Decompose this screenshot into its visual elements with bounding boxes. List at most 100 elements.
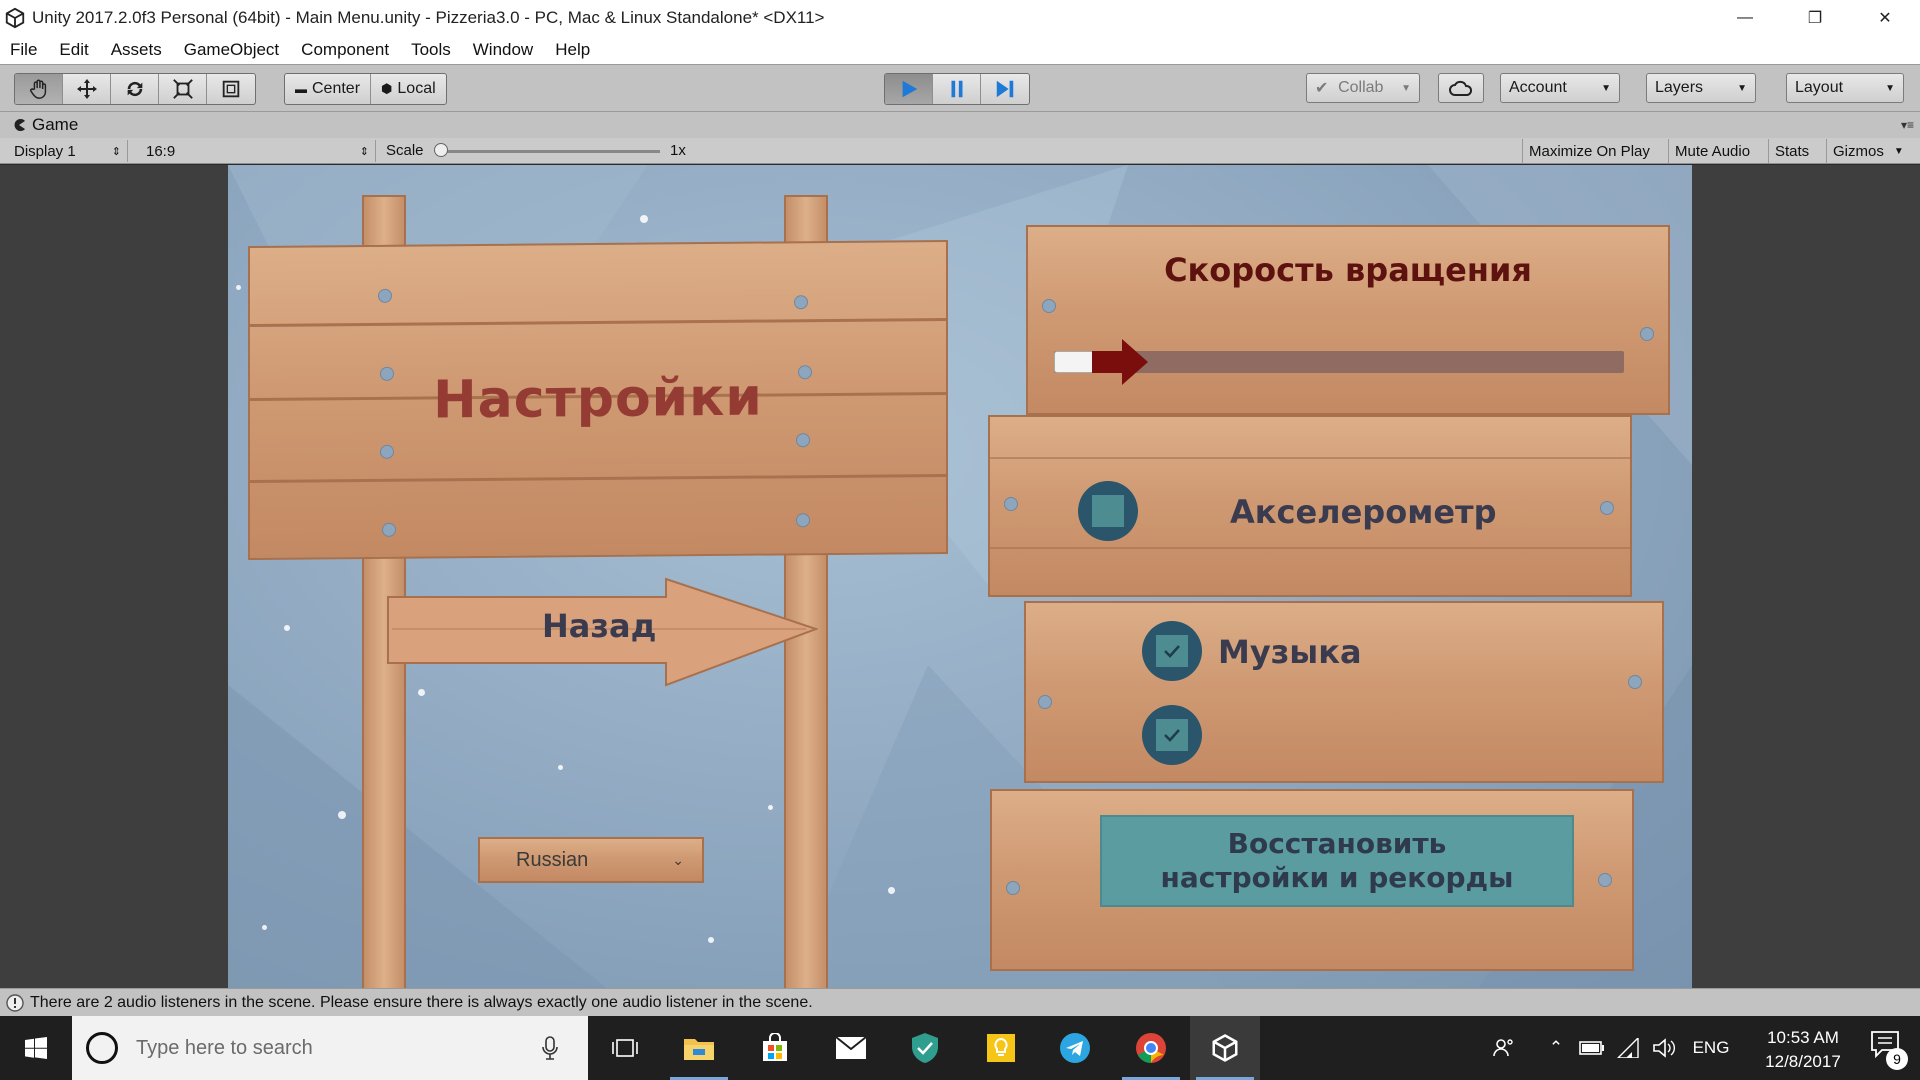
file-explorer-taskbar[interactable] (664, 1016, 734, 1080)
stats-label: Stats (1775, 142, 1810, 160)
settings-title: Настройки (433, 367, 763, 431)
step-button[interactable] (981, 74, 1029, 104)
menu-component[interactable]: Component (301, 40, 389, 60)
unity-taskbar[interactable] (1190, 1016, 1260, 1080)
collab-dropdown[interactable]: ✔ Collab ▼ (1306, 73, 1420, 103)
aspect-select[interactable]: 16:9 ⇕ (140, 140, 376, 162)
rect-tool-button[interactable] (207, 74, 255, 104)
taskbar-search[interactable]: Type here to search (72, 1016, 588, 1080)
pivot-center-button[interactable]: ▬ Center (285, 74, 372, 104)
battery-icon (1579, 1041, 1604, 1055)
start-button[interactable] (0, 1016, 72, 1080)
chevron-up-icon: ⌃ (1548, 1038, 1564, 1057)
menu-file[interactable]: File (10, 40, 37, 60)
pivot-local-button[interactable]: ⬢ Local (371, 74, 446, 104)
cloud-button[interactable] (1438, 73, 1484, 103)
wifi-indicator[interactable] (1610, 1016, 1646, 1080)
nail (1004, 497, 1018, 511)
reset-button-text: Восстановить настройки и рекорды (1161, 827, 1514, 895)
menu-help[interactable]: Help (555, 40, 590, 60)
console-message: There are 2 audio listeners in the scene… (30, 993, 813, 1011)
console-status-bar[interactable]: There are 2 audio listeners in the scene… (0, 988, 1920, 1016)
menu-bar: File Edit Assets GameObject Component To… (0, 36, 1920, 64)
battery-indicator[interactable] (1574, 1016, 1610, 1080)
game-view-area: Настройки Назад Russian ⌄ Скорость враще… (0, 164, 1920, 989)
people-button[interactable] (1486, 1016, 1522, 1080)
hand-tool-button[interactable] (15, 74, 63, 104)
back-button-label: Назад (542, 607, 657, 645)
folder-icon (684, 1039, 714, 1060)
chrome-taskbar[interactable] (1116, 1016, 1186, 1080)
sound-toggle[interactable] (1142, 705, 1202, 765)
snow-particle (338, 811, 346, 819)
task-view-button[interactable] (590, 1016, 660, 1080)
maximize-on-play-toggle[interactable]: Maximize On Play (1522, 139, 1656, 163)
pause-icon (951, 80, 962, 98)
telegram-taskbar[interactable] (1040, 1016, 1110, 1080)
security-taskbar[interactable] (890, 1016, 960, 1080)
game-tab[interactable]: Game (12, 115, 78, 135)
scale-tool-button[interactable] (159, 74, 207, 104)
chevron-down-icon: ▼ (1737, 82, 1747, 94)
unity-logo-icon (1212, 1034, 1238, 1062)
rotate-tool-button[interactable] (111, 74, 159, 104)
action-center-button[interactable]: 9 (1870, 1030, 1908, 1070)
tray-expand-button[interactable]: ⌃ (1538, 1016, 1574, 1080)
store-taskbar[interactable] (740, 1016, 810, 1080)
restore-button[interactable]: ❐ (1780, 0, 1850, 36)
display-select[interactable]: Display 1 ⇕ (8, 140, 128, 162)
nail (378, 288, 392, 303)
move-tool-button[interactable] (63, 74, 111, 104)
gizmos-dropdown[interactable]: Gizmos ▼ (1826, 139, 1910, 163)
volume-indicator[interactable] (1646, 1016, 1682, 1080)
mail-taskbar[interactable] (816, 1016, 886, 1080)
scale-slider-handle[interactable] (434, 143, 448, 157)
speaker-icon (1653, 1038, 1675, 1058)
music-toggle[interactable] (1142, 621, 1202, 681)
reset-line-1: Восстановить (1227, 827, 1447, 860)
stats-toggle[interactable]: Stats (1768, 139, 1815, 163)
account-dropdown[interactable]: Account ▼ (1500, 73, 1620, 103)
gizmos-label: Gizmos (1833, 142, 1884, 160)
scale-icon (172, 79, 193, 99)
tips-taskbar[interactable] (966, 1016, 1036, 1080)
nail (380, 444, 394, 459)
accelerometer-toggle[interactable] (1078, 481, 1138, 541)
tab-menu-icon[interactable]: ▾≡ (1901, 118, 1914, 132)
nail (1640, 327, 1654, 341)
chevron-down-icon: ▼ (1401, 82, 1411, 94)
play-button[interactable] (885, 74, 933, 104)
menu-edit[interactable]: Edit (59, 40, 88, 60)
close-button[interactable]: ✕ (1850, 0, 1920, 36)
microphone-icon[interactable] (542, 1036, 558, 1060)
window-controls: — ❐ ✕ (1710, 0, 1920, 36)
nail (1628, 675, 1642, 689)
layers-label: Layers (1655, 79, 1704, 96)
plank-seam (250, 317, 946, 328)
menu-window[interactable]: Window (473, 40, 533, 60)
chevron-down-icon: ▼ (1601, 82, 1611, 94)
scale-slider-track[interactable] (440, 150, 660, 153)
layers-dropdown[interactable]: Layers ▼ (1646, 73, 1756, 103)
title-bar: Unity 2017.2.0f3 Personal (64bit) - Main… (0, 0, 1920, 36)
menu-assets[interactable]: Assets (111, 40, 162, 60)
language-dropdown[interactable]: Russian ⌄ (478, 837, 704, 883)
layout-dropdown[interactable]: Layout ▼ (1786, 73, 1904, 103)
taskbar-clock[interactable]: 10:53 AM 12/8/2017 (1748, 1026, 1858, 1074)
pivot-local-icon: ⬢ (381, 81, 393, 96)
input-language-label: ENG (1692, 1038, 1730, 1057)
pause-button[interactable] (933, 74, 981, 104)
minimize-button[interactable]: — (1710, 0, 1780, 36)
snow-particle (262, 925, 267, 930)
display-value: Display 1 (14, 142, 76, 160)
cloud-icon (1449, 80, 1473, 96)
mute-audio-toggle[interactable]: Mute Audio (1668, 139, 1756, 163)
rotation-speed-title: Скорость вращения (1164, 251, 1532, 289)
menu-gameobject[interactable]: GameObject (184, 40, 279, 60)
plank-seam (990, 547, 1630, 549)
input-language[interactable]: ENG (1686, 1016, 1736, 1080)
plank-seam (250, 473, 946, 484)
rotation-speed-slider-arrow-handle[interactable] (1092, 339, 1148, 385)
reset-settings-button[interactable]: Восстановить настройки и рекорды (1100, 815, 1574, 907)
menu-tools[interactable]: Tools (411, 40, 451, 60)
